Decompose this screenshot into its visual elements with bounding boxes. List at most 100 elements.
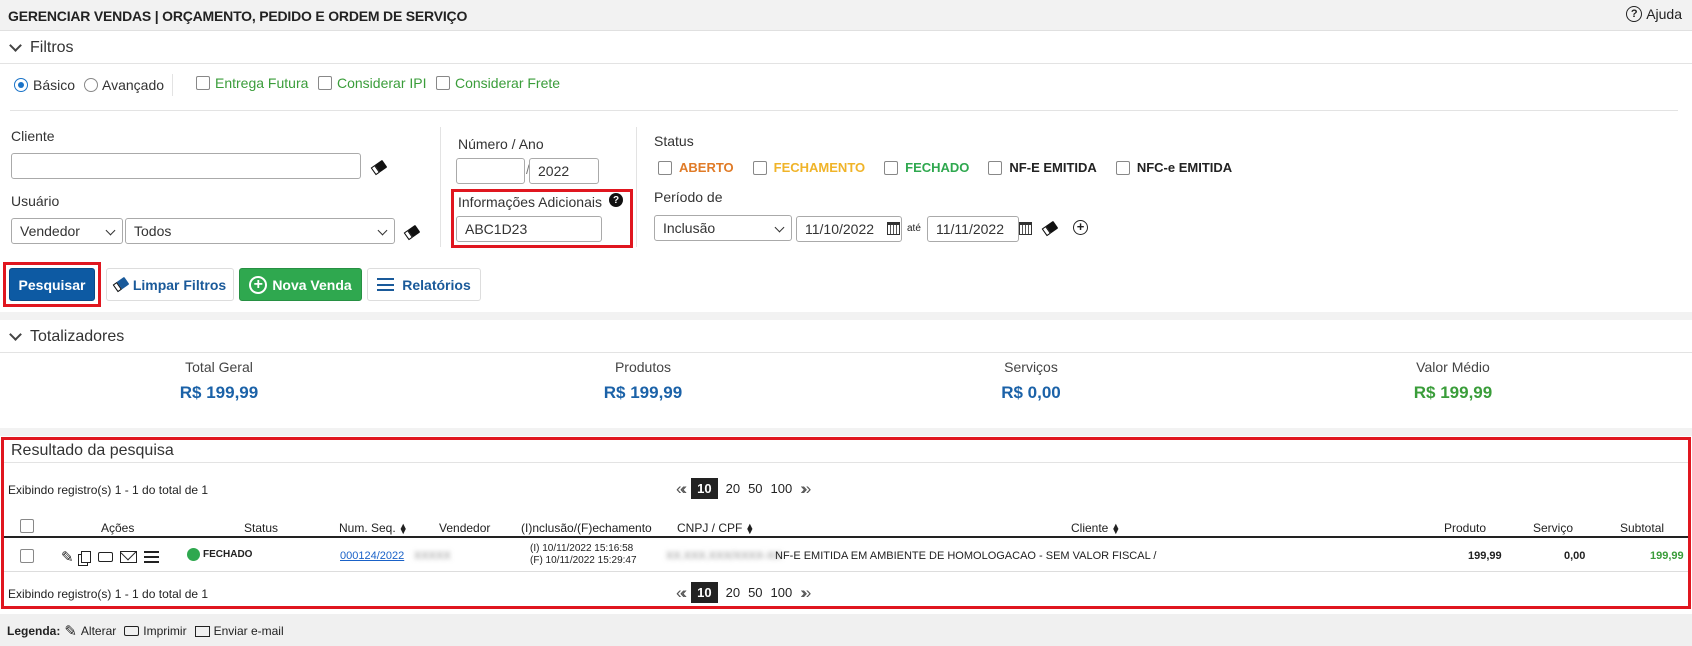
chevron-down-icon [9, 39, 22, 52]
pagination-top: «‹ 10 20 50 100 ›» [676, 478, 811, 499]
col-cnpj[interactable]: CNPJ / CPF ▲ ▼ [677, 521, 754, 535]
checkbox-entrega-futura-box[interactable] [196, 76, 210, 90]
first-page-icon[interactable]: «‹ [676, 479, 687, 499]
radio-basic[interactable]: Básico [14, 77, 75, 93]
page-size-20[interactable]: 20 [726, 481, 740, 496]
relatorios-button[interactable]: Relatórios [367, 268, 481, 301]
status-nfce-checkbox[interactable] [1115, 160, 1130, 175]
info-adicionais-input[interactable]: ABC1D23 [456, 216, 602, 242]
printer-icon[interactable] [97, 552, 113, 562]
checkbox-entrega-futura[interactable]: Entrega Futura [196, 75, 308, 91]
page-size-50[interactable]: 50 [748, 481, 762, 496]
help-link[interactable]: ? Ajuda [1626, 6, 1682, 22]
col-servico: Serviço [1533, 521, 1574, 535]
page-size-50[interactable]: 50 [748, 585, 762, 600]
copy-icon[interactable] [80, 551, 91, 563]
page-size-100[interactable]: 100 [771, 481, 793, 496]
checkbox-considerar-ipi[interactable]: Considerar IPI [318, 75, 426, 91]
col-num-seq-label: Num. Seq. [339, 521, 396, 535]
col-num-seq[interactable]: Num. Seq. ▲ ▼ [339, 521, 408, 535]
usuario-type-select[interactable]: Vendedor [11, 218, 123, 244]
date-to-input[interactable]: 11/11/2022 [927, 216, 1019, 242]
col-acoes: Ações [101, 521, 135, 535]
row-num-seq-link[interactable]: 000124/2022 [340, 550, 404, 562]
col-cnpj-label: CNPJ / CPF [677, 521, 743, 535]
status-label: Status [654, 133, 694, 149]
periodo-select[interactable]: Inclusão [654, 215, 792, 241]
clear-periodo-eraser-icon[interactable] [1041, 220, 1059, 237]
pesquisar-button[interactable]: Pesquisar [9, 268, 95, 301]
first-page-icon[interactable]: «‹ [676, 583, 687, 603]
status-aberto-checkbox[interactable] [658, 160, 672, 175]
col-status: Status [244, 521, 279, 535]
checkbox-frete-box[interactable] [436, 76, 450, 90]
usuario-select[interactable]: Todos [125, 218, 395, 244]
clear-cliente-eraser-icon[interactable] [370, 159, 388, 176]
checkbox-considerar-frete[interactable]: Considerar Frete [436, 75, 560, 91]
nova-venda-label: Nova Venda [272, 276, 352, 293]
status-nfe-checkbox[interactable] [988, 160, 1003, 175]
legend-imprimir: Imprimir [143, 624, 187, 638]
limpar-filtros-label: Limpar Filtros [132, 276, 227, 293]
legend-enviar: Enviar e-mail [213, 624, 284, 638]
section-separator [0, 428, 1692, 436]
row-checkbox[interactable] [20, 549, 34, 563]
calendar-icon[interactable] [887, 222, 900, 235]
pencil-icon[interactable]: ✎ [61, 548, 74, 566]
status-fechamento-checkbox[interactable] [752, 160, 767, 175]
col-cliente[interactable]: Cliente ▲ ▼ [1071, 521, 1120, 535]
section-separator [0, 312, 1692, 320]
status-fechado-checkbox[interactable] [884, 160, 899, 175]
clear-usuario-eraser-icon[interactable] [403, 224, 421, 241]
radio-basic-label: Básico [33, 77, 76, 93]
valor-medio-label: Valor Médio [1416, 359, 1490, 375]
totalizadores-toggle[interactable]: Totalizadores [9, 328, 124, 346]
numero-input[interactable] [456, 158, 525, 184]
page-size-100[interactable]: 100 [771, 585, 793, 600]
filters-toggle[interactable]: Filtros [9, 39, 74, 57]
legend-alterar: Alterar [80, 624, 117, 638]
page-size-20[interactable]: 20 [726, 585, 740, 600]
status-aberto-label: ABERTO [679, 160, 734, 175]
last-page-icon[interactable]: ›» [800, 479, 811, 499]
page-size-10[interactable]: 10 [691, 582, 718, 603]
total-produtos: Produtos R$ 199,99 [543, 359, 743, 403]
showing-text-bottom: Exibindo registro(s) 1 - 1 do total de 1 [8, 587, 209, 601]
row-produto: 199,99 [1468, 550, 1502, 562]
status-nfce-label: NFC-e EMITIDA [1136, 160, 1233, 175]
row-status: FECHADO [187, 548, 252, 561]
total-servicos-label: Serviços [1004, 359, 1058, 375]
status-fechado-label: FECHADO [905, 160, 970, 175]
total-geral: Total Geral R$ 199,99 [119, 359, 319, 403]
total-geral-label: Total Geral [185, 359, 253, 375]
radio-advanced[interactable]: Avançado [84, 77, 164, 93]
divider [440, 127, 441, 247]
relatorios-label: Relatórios [402, 276, 471, 293]
checkbox-ipi-box[interactable] [318, 76, 332, 90]
row-inclusao: (I) 10/11/2022 15:16:58 [530, 543, 634, 554]
ano-input[interactable]: 2022 [529, 158, 599, 184]
radio-advanced-indicator[interactable] [84, 78, 98, 92]
legend-title: Legenda: [7, 624, 61, 638]
page-size-10[interactable]: 10 [691, 478, 718, 499]
add-period-plus-icon[interactable]: + [1073, 220, 1088, 235]
row-status-text: FECHADO [203, 549, 253, 560]
pencil-icon: ✎ [64, 623, 77, 640]
total-servicos-value: R$ 0,00 [1001, 383, 1061, 402]
calendar-icon[interactable] [1019, 222, 1032, 235]
col-inclusao: (I)nclusão/(F)echamento [521, 521, 652, 535]
radio-basic-indicator[interactable] [14, 78, 28, 92]
limpar-filtros-button[interactable]: Limpar Filtros [106, 268, 234, 301]
cliente-input[interactable] [11, 153, 361, 179]
sort-icon: ▲ ▼ [398, 520, 408, 536]
select-all-checkbox[interactable] [20, 519, 34, 533]
pagination-bottom: «‹ 10 20 50 100 ›» [676, 582, 811, 603]
info-question-icon[interactable]: ? [609, 193, 623, 207]
envelope-icon[interactable] [119, 551, 137, 563]
row-servico: 0,00 [1564, 550, 1586, 562]
last-page-icon[interactable]: ›» [800, 583, 811, 603]
showing-text-top: Exibindo registro(s) 1 - 1 do total de 1 [8, 483, 209, 497]
nova-venda-button[interactable]: + Nova Venda [239, 268, 362, 301]
col-produto: Produto [1444, 521, 1487, 535]
menu-icon[interactable] [143, 551, 159, 563]
